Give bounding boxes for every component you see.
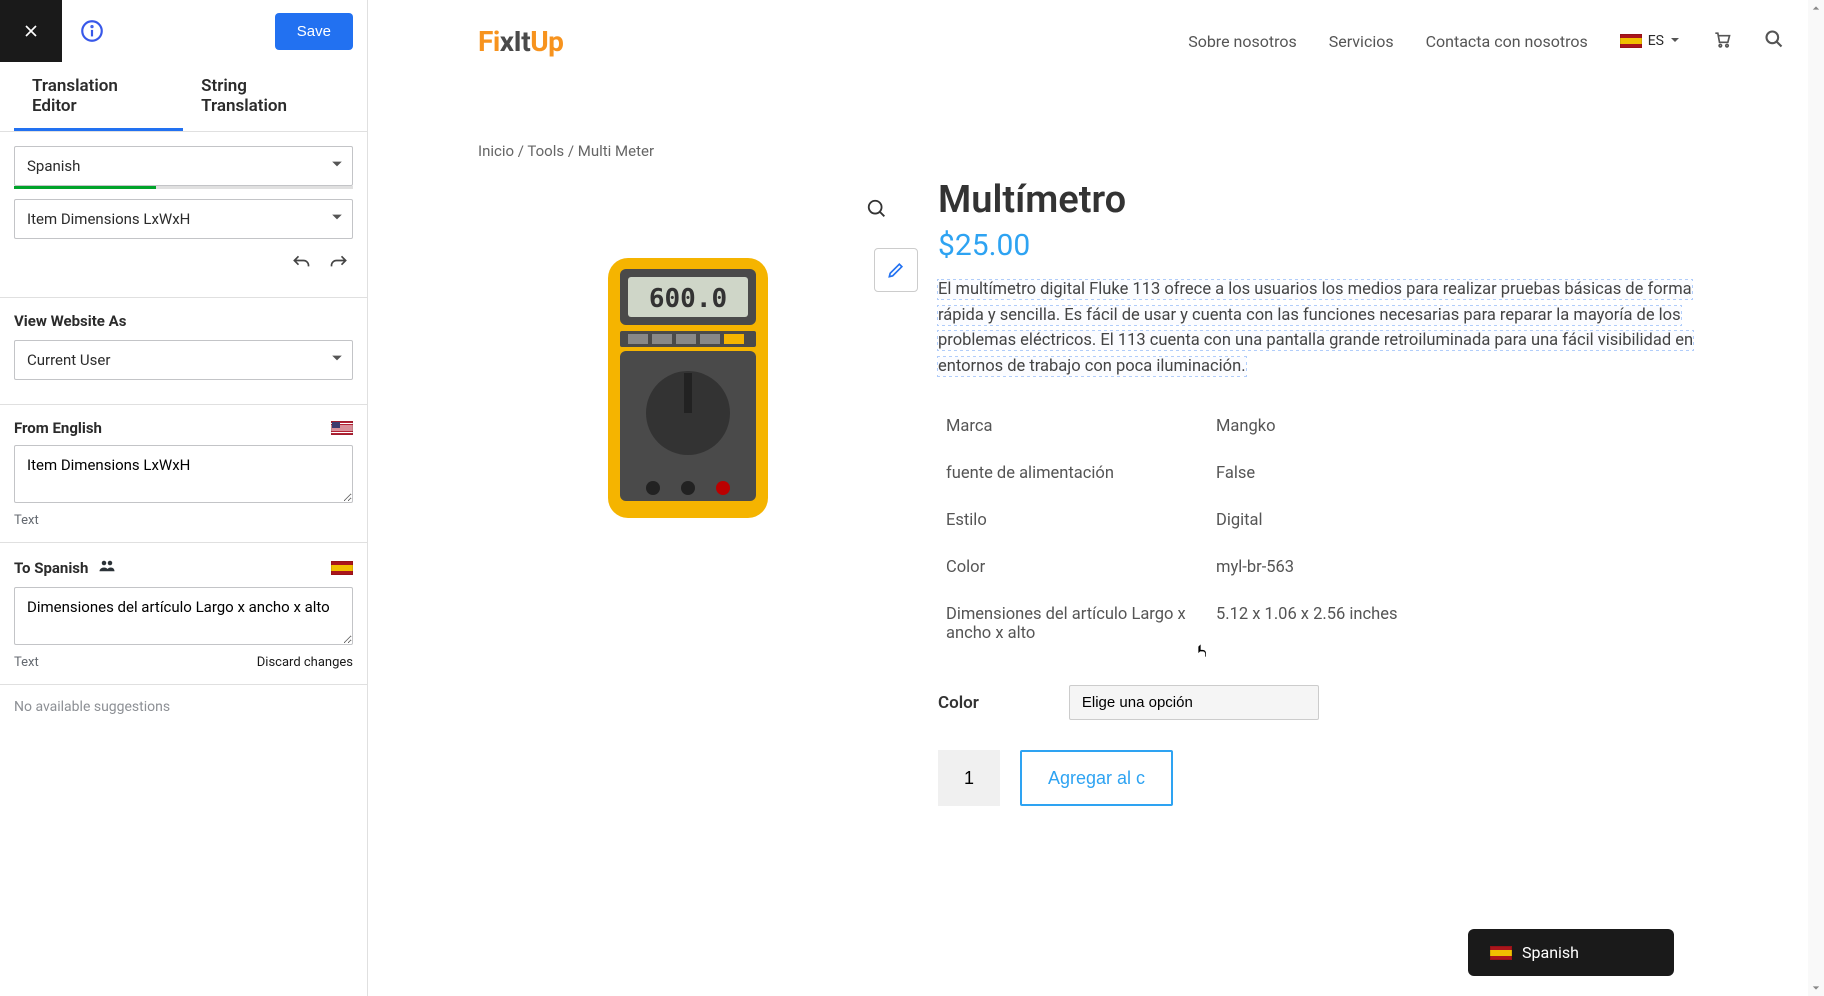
site-preview: FixItUp Sobre nosotros Servicios Contact… [368,0,1824,996]
flag-es-icon [1620,34,1642,48]
to-language-row: To Spanish [0,542,367,587]
info-button[interactable] [62,18,122,44]
add-to-cart-row: Agregar al c [938,750,1714,806]
attr-row: EstiloDigital [938,497,1714,544]
tab-translation-editor[interactable]: Translation Editor [14,62,183,131]
product-image[interactable]: 600.0 [478,178,898,598]
site-logo[interactable]: FixItUp [478,25,563,58]
attr-row: Dimensiones del artículo Largo x ancho x… [938,591,1714,657]
multimeter-illustration: 600.0 [598,253,778,523]
product-attributes: MarcaMangko fuente de alimentaciónFalse … [938,403,1714,657]
product-price: $25.00 [938,228,1714,263]
view-as-title: View Website As [0,297,367,340]
attr-row: MarcaMangko [938,403,1714,450]
undo-icon[interactable] [291,253,311,273]
variation-label: Color [938,693,979,713]
chevron-down-icon [1670,33,1680,49]
close-button[interactable] [0,0,62,62]
view-as-select[interactable]: Current User [14,340,353,380]
variation-row: Color Elige una opción [938,685,1714,720]
flag-us-icon [331,421,353,435]
pencil-icon [886,260,906,280]
flag-es-icon [1490,946,1512,960]
scroll-down-icon[interactable] [1808,980,1824,996]
no-suggestions-text: No available suggestions [0,684,367,729]
from-label: From English [14,419,102,437]
info-icon [79,18,105,44]
zoom-icon[interactable] [866,198,888,224]
tab-string-translation[interactable]: String Translation [183,62,353,131]
translation-input[interactable]: Dimensiones del artículo Largo x ancho x… [14,587,353,645]
redo-icon[interactable] [329,253,349,273]
search-icon[interactable] [1764,29,1784,53]
product-info: Multímetro $25.00 El multímetro digital … [938,178,1714,806]
nav-about[interactable]: Sobre nosotros [1188,32,1297,51]
flag-es-icon [331,561,353,575]
attr-row: fuente de alimentaciónFalse [938,450,1714,497]
source-text: Item Dimensions LxWxH [14,445,353,503]
main-nav: Sobre nosotros Servicios Contacta con no… [1188,29,1784,53]
app-scrollbar[interactable] [1808,0,1824,996]
save-button[interactable]: Save [275,13,353,50]
discard-changes-link[interactable]: Discard changes [257,655,353,670]
attr-row: Colormyl-br-563 [938,544,1714,591]
nav-contact[interactable]: Contacta con nosotros [1426,32,1588,51]
scroll-up-icon[interactable] [1808,0,1824,16]
nav-services[interactable]: Servicios [1329,32,1394,51]
people-icon [98,557,116,579]
source-type-label: Text [14,513,39,528]
sidebar-top-bar: Save [0,0,367,62]
edit-translation-button[interactable] [874,248,918,292]
translation-sidebar: Save Translation Editor String Translati… [0,0,368,996]
breadcrumb[interactable]: Inicio / Tools / Multi Meter [478,142,1714,160]
cart-icon[interactable] [1712,29,1732,53]
site-header: FixItUp Sobre nosotros Servicios Contact… [368,0,1824,82]
product-title: Multímetro [938,178,1714,222]
sidebar-tabs: Translation Editor String Translation [0,62,367,132]
from-language-row: From English [0,404,367,445]
string-select[interactable]: Item Dimensions LxWxH [14,199,353,239]
language-panel: Spanish Item Dimensions LxWxH [0,132,367,297]
close-icon [21,21,41,41]
svg-text:600.0: 600.0 [649,284,727,314]
floating-language-switcher[interactable]: Spanish [1468,929,1674,976]
target-type-label: Text [14,655,39,670]
to-label: To Spanish [14,559,88,577]
add-to-cart-button[interactable]: Agregar al c [1020,750,1173,806]
language-select[interactable]: Spanish [14,146,353,186]
quantity-input[interactable] [938,750,1000,806]
translation-progress [14,186,353,189]
product-description[interactable]: El multímetro digital Fluke 113 ofrece a… [938,277,1714,379]
variation-select[interactable]: Elige una opción [1069,685,1319,720]
nav-language-switcher[interactable]: ES [1620,33,1680,49]
